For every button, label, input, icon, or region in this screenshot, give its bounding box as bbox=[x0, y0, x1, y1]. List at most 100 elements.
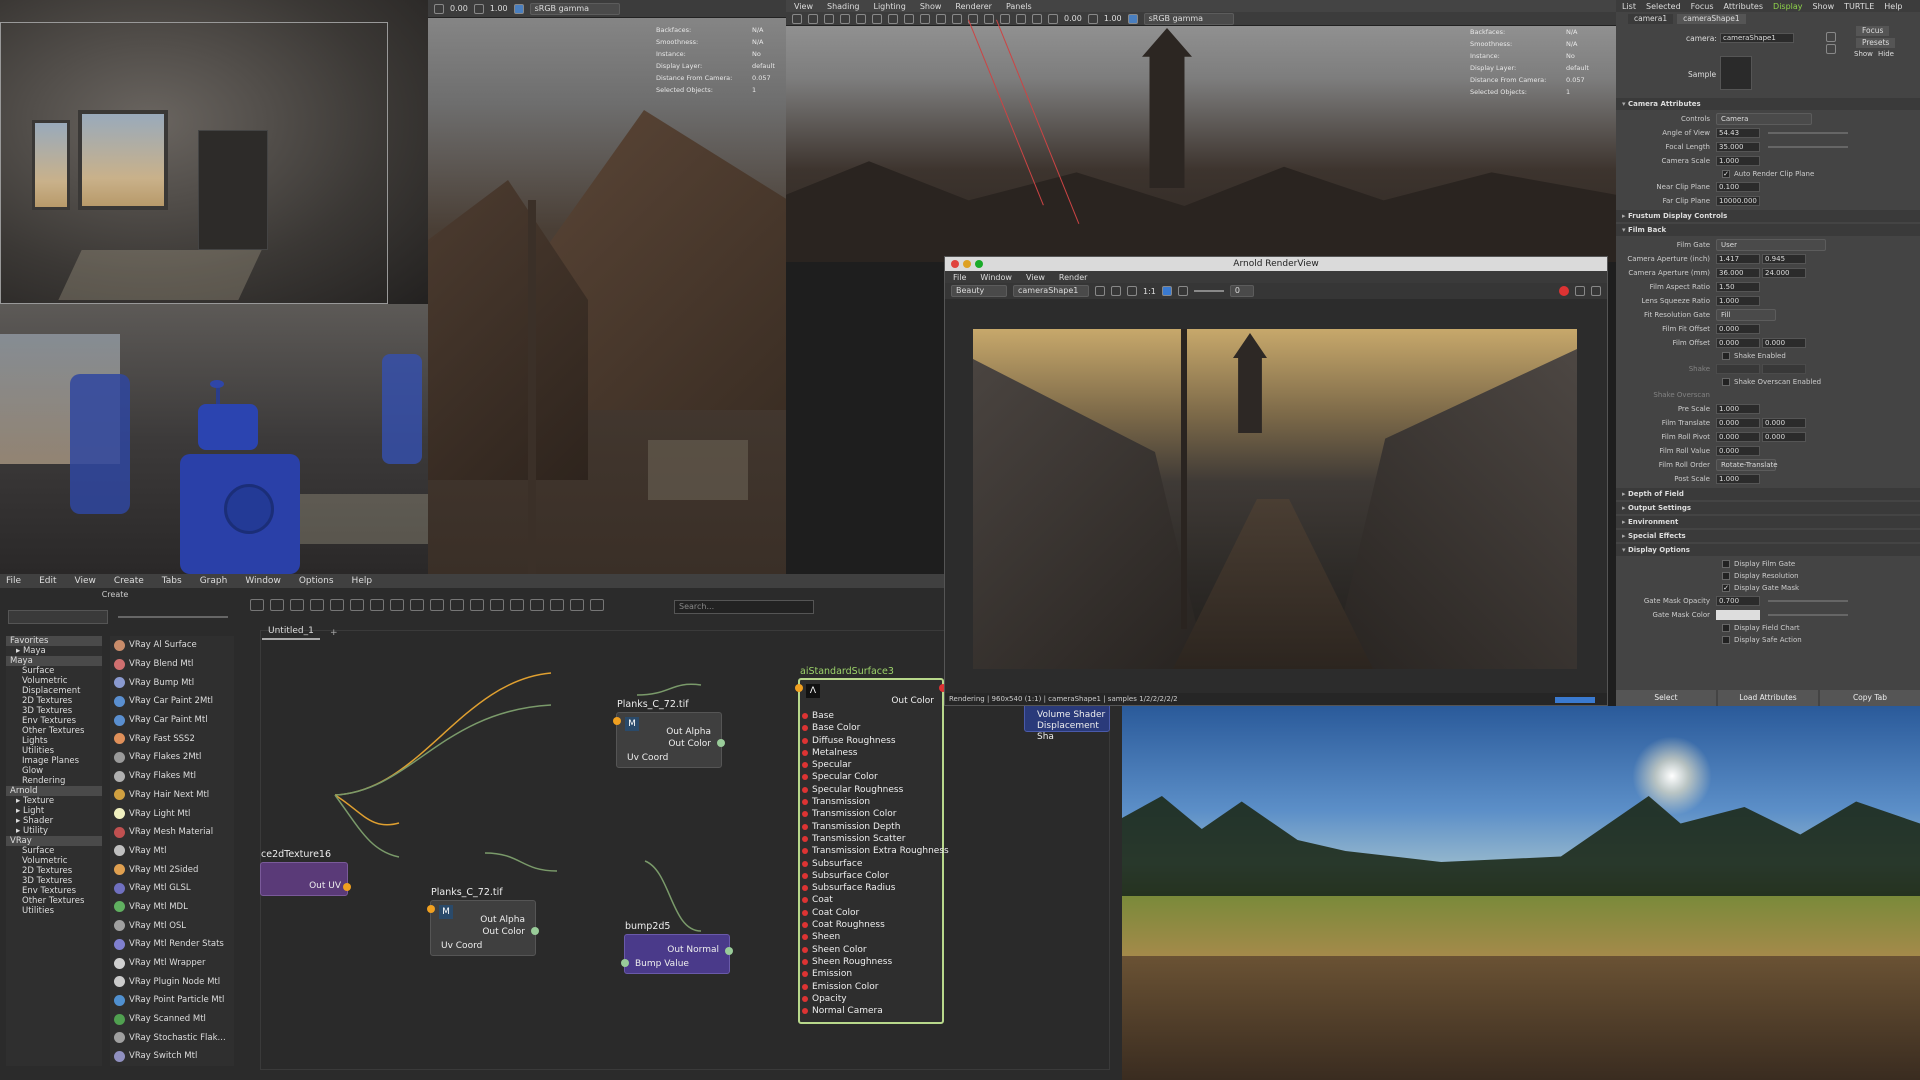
material-list-item[interactable]: VRay Light Mtl bbox=[110, 804, 234, 823]
port-in[interactable] bbox=[613, 717, 621, 725]
plug-bump-value[interactable]: Bump Value bbox=[635, 959, 689, 969]
maximize-icon[interactable] bbox=[975, 260, 983, 268]
material-list-item[interactable]: VRay Mtl 2Sided bbox=[110, 860, 234, 879]
gamma-value[interactable]: 1.00 bbox=[490, 4, 508, 13]
plug-displacement-shader[interactable]: Displacement Sha bbox=[1037, 721, 1109, 743]
refresh-icon[interactable] bbox=[1575, 286, 1585, 296]
shader-plug-coat-roughness[interactable]: Coat Roughness bbox=[800, 919, 942, 931]
plug-out-alpha[interactable]: Out Alpha bbox=[480, 915, 525, 925]
material-list-item[interactable]: VRay Switch Mtl bbox=[110, 1047, 234, 1066]
tree-item-shader[interactable]: ▸ Shader bbox=[6, 816, 102, 826]
motion-blur-icon[interactable] bbox=[952, 13, 962, 24]
attr-value-field[interactable]: 0.000 bbox=[1716, 432, 1760, 442]
shake-overscan-enabled-row[interactable]: Shake Overscan Enabled bbox=[1616, 376, 1920, 388]
menu-view[interactable]: View bbox=[75, 576, 96, 586]
gate-mask-icon[interactable] bbox=[1032, 13, 1042, 24]
gamma-value[interactable]: 1.00 bbox=[1104, 14, 1122, 23]
shader-plug-emission-color[interactable]: Emission Color bbox=[800, 981, 942, 993]
shader-plug-base[interactable]: Base bbox=[800, 710, 942, 722]
checkbox[interactable]: ✓ bbox=[1722, 584, 1730, 592]
section-special-effects[interactable]: Special Effects bbox=[1616, 530, 1920, 542]
plug-out-alpha[interactable]: Out Alpha bbox=[666, 727, 711, 737]
graph-io-icon[interactable] bbox=[290, 599, 304, 611]
attr-value-field[interactable]: 1.000 bbox=[1716, 474, 1760, 484]
port-out-color[interactable] bbox=[531, 927, 539, 935]
tree-item-env-textures[interactable]: Env Textures bbox=[6, 716, 102, 726]
far-clip-field[interactable]: 10000.000 bbox=[1716, 196, 1760, 206]
menu-display[interactable]: Display bbox=[1773, 2, 1803, 11]
shader-plug-base-color[interactable]: Base Color bbox=[800, 722, 942, 734]
menu-tabs[interactable]: Tabs bbox=[162, 576, 182, 586]
gate-mask-color-swatch[interactable] bbox=[1716, 610, 1760, 620]
plug-out-normal[interactable]: Out Normal bbox=[667, 945, 719, 955]
tree-item-utility[interactable]: ▸ Utility bbox=[6, 826, 102, 836]
checkbox[interactable] bbox=[1722, 352, 1730, 360]
menu-lighting[interactable]: Lighting bbox=[873, 2, 905, 11]
swatch-size-slider[interactable] bbox=[118, 616, 228, 618]
tree-item-lights[interactable]: Lights bbox=[6, 736, 102, 746]
material-list-item[interactable]: VRay Mtl OSL bbox=[110, 916, 234, 935]
auto-clip-checkbox-row[interactable]: ✓ Auto Render Clip Plane bbox=[1616, 168, 1920, 180]
menu-file[interactable]: File bbox=[6, 576, 21, 586]
tree-item-texture[interactable]: ▸ Texture bbox=[6, 796, 102, 806]
attr-value-field[interactable]: 36.000 bbox=[1716, 268, 1760, 278]
focal-length-field[interactable]: 35.000 bbox=[1716, 142, 1760, 152]
port-in[interactable] bbox=[795, 684, 803, 692]
focal-length-slider[interactable] bbox=[1768, 146, 1848, 148]
material-list-item[interactable]: VRay Al Surface bbox=[110, 636, 234, 655]
camera-dropdown[interactable]: cameraShape1 bbox=[1013, 285, 1089, 297]
graph-search-input[interactable]: Search... bbox=[674, 600, 814, 614]
shader-plug-transmission-scatter[interactable]: Transmission Scatter bbox=[800, 833, 942, 845]
section-output-settings[interactable]: Output Settings bbox=[1616, 502, 1920, 514]
menu-create[interactable]: Create bbox=[114, 576, 144, 586]
shader-plug-subsurface-color[interactable]: Subsurface Color bbox=[800, 870, 942, 882]
menu-shading[interactable]: Shading bbox=[827, 2, 860, 11]
custom-view-icon[interactable] bbox=[470, 599, 484, 611]
exposure-value[interactable]: 0.00 bbox=[1064, 14, 1082, 23]
tree-item-2d-textures[interactable]: 2D Textures bbox=[6, 866, 102, 876]
display-checkbox-row[interactable]: Display Field Chart bbox=[1616, 622, 1920, 634]
tree-item-surface[interactable]: Surface bbox=[6, 846, 102, 856]
shader-plug-sheen-color[interactable]: Sheen Color bbox=[800, 944, 942, 956]
tree-item-vray[interactable]: VRay bbox=[6, 836, 102, 846]
angle-of-view-field[interactable]: 54.43 bbox=[1716, 128, 1760, 138]
exposure-slider[interactable] bbox=[1193, 290, 1224, 292]
gamma-icon[interactable] bbox=[473, 3, 484, 14]
section-frustum[interactable]: Frustum Display Controls bbox=[1616, 210, 1920, 222]
camera-icon[interactable] bbox=[792, 13, 802, 24]
menu-selected[interactable]: Selected bbox=[1646, 2, 1681, 11]
tree-item-volumetric[interactable]: Volumetric bbox=[6, 676, 102, 686]
material-list-item[interactable]: VRay Fast SSS2 bbox=[110, 729, 234, 748]
material-list-item[interactable]: VRay Blend Mtl bbox=[110, 655, 234, 674]
attr-value-field[interactable]: Rotate-Translate bbox=[1716, 459, 1778, 471]
bookmark-icon[interactable] bbox=[570, 599, 584, 611]
tab-camera1[interactable]: camera1 bbox=[1628, 14, 1674, 24]
checkbox[interactable] bbox=[1722, 378, 1730, 386]
menu-help[interactable]: Help bbox=[352, 576, 373, 586]
tree-item-3d-textures[interactable]: 3D Textures bbox=[6, 706, 102, 716]
menu-turtle[interactable]: TURTLE bbox=[1844, 2, 1874, 11]
shader-plug-subsurface-radius[interactable]: Subsurface Radius bbox=[800, 882, 942, 894]
node-file-planks-top[interactable]: Planks_C_72.tif M Out Alpha Out Color Uv… bbox=[613, 699, 725, 768]
grid-icon[interactable] bbox=[530, 599, 544, 611]
tree-item-surface[interactable]: Surface bbox=[6, 666, 102, 676]
hide-button[interactable]: Hide bbox=[1878, 50, 1894, 58]
material-list-item[interactable]: VRay Mtl MDL bbox=[110, 898, 234, 917]
section-film-back[interactable]: Film Back bbox=[1616, 224, 1920, 236]
shake-field-x[interactable] bbox=[1716, 364, 1760, 374]
search-icon[interactable] bbox=[490, 599, 504, 611]
gate-mask-opacity-slider[interactable] bbox=[1768, 600, 1848, 602]
exposure-icon[interactable] bbox=[434, 3, 444, 14]
attr-value-field-2[interactable]: 0.000 bbox=[1762, 418, 1806, 428]
viewport-right[interactable]: View Shading Lighting Show Renderer Pane… bbox=[786, 0, 1616, 262]
menu-attributes[interactable]: Attributes bbox=[1724, 2, 1764, 11]
textured-icon[interactable] bbox=[888, 13, 898, 24]
shader-plug-emission[interactable]: Emission bbox=[800, 968, 942, 980]
snap-icon[interactable] bbox=[550, 599, 564, 611]
checkbox[interactable] bbox=[1722, 560, 1730, 568]
minimize-icon[interactable] bbox=[963, 260, 971, 268]
shader-plug-diffuse-roughness[interactable]: Diffuse Roughness bbox=[800, 735, 942, 747]
shader-plug-specular[interactable]: Specular bbox=[800, 759, 942, 771]
remove-node-icon[interactable] bbox=[370, 599, 384, 611]
checkbox[interactable] bbox=[1722, 624, 1730, 632]
